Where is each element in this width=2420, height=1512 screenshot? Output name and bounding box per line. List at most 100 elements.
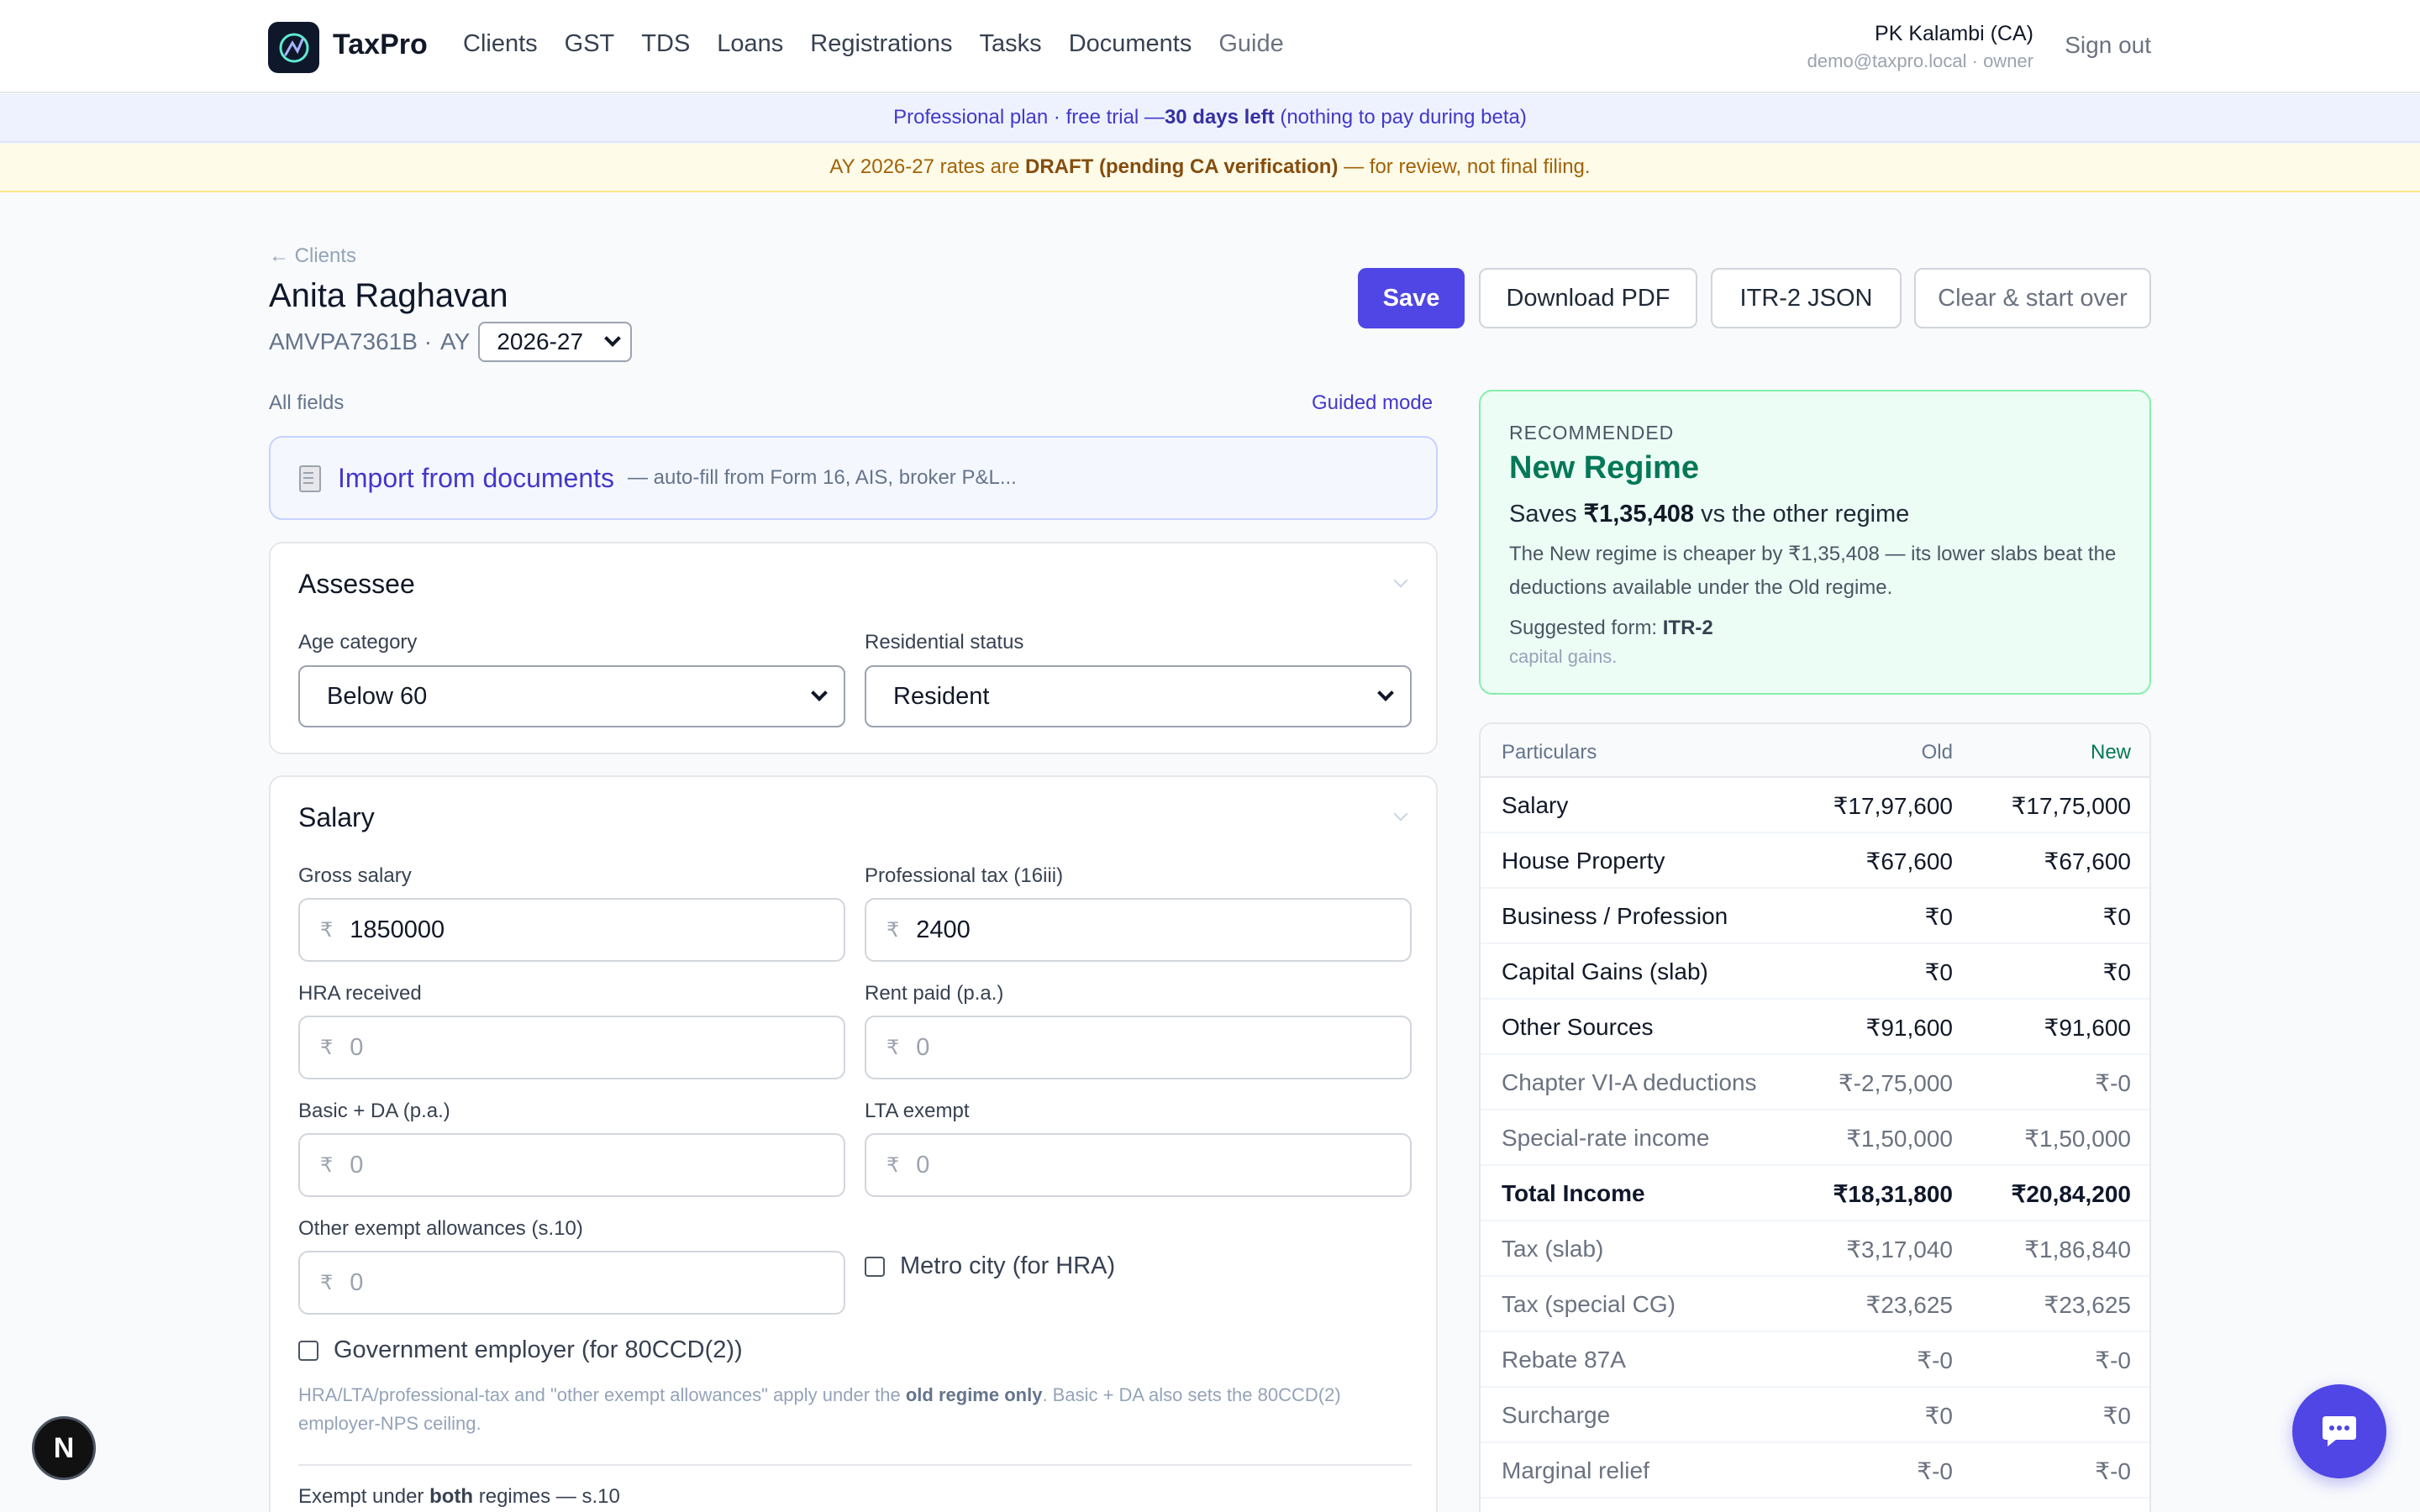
guided-mode-link[interactable]: Guided mode [1312,391,1433,415]
table-row: Tax (special CG) ₹23,625 ₹23,625 [1481,1277,2149,1332]
row-new-value: ₹-0 [2095,1347,2131,1373]
row-new-value: ₹67,600 [2044,848,2131,874]
save-button[interactable]: Save [1358,268,1465,328]
govt-employer-checkbox[interactable] [298,1340,318,1361]
rupee-icon: ₹ [320,1153,334,1177]
import-from-documents[interactable]: Import from documents — auto-fill from F… [269,436,1438,520]
govt-employer-checkbox-row[interactable]: Government employer (for 80CCD(2)) [298,1336,743,1364]
nav-registrations[interactable]: Registrations [810,30,952,58]
row-old-value: ₹91,600 [1865,1015,1953,1041]
chat-icon [2323,1416,2356,1446]
assessee-card: Assessee Age category Below 60 Residenti… [269,542,1438,754]
back-to-clients-link[interactable]: ← Clients [269,244,356,268]
row-label: House Property [1502,848,1665,874]
draft-banner-prefix: AY 2026-27 rates are [829,155,1025,178]
import-title[interactable]: Import from documents [338,463,614,494]
chevron-down-icon [811,685,828,701]
gross-salary-label: Gross salary [298,864,412,887]
draft-banner-suffix: — for review, not final filing. [1338,155,1591,178]
table-row: Special-rate income ₹1,50,000 ₹1,50,000 [1481,1110,2149,1166]
nav-clients[interactable]: Clients [463,30,538,58]
recommended-regime: New Regime [1509,450,1699,486]
row-old-value: ₹18,31,800 [1833,1181,1953,1207]
row-new-value: ₹1,50,000 [2024,1126,2131,1152]
metro-city-checkbox[interactable] [865,1256,885,1277]
plan-banner: Professional plan · free trial — 30 days… [0,94,2420,143]
plan-banner-suffix: (nothing to pay during beta) [1274,106,1527,129]
chevron-down-icon [1377,685,1394,701]
row-label: Capital Gains (slab) [1502,958,1708,984]
row-old-value: ₹3,17,040 [1846,1236,1953,1263]
lta-exempt-label: LTA exempt [865,1100,970,1122]
row-old-value: ₹17,97,600 [1833,793,1953,819]
hra-received-input[interactable]: ₹ 0 [298,1016,845,1079]
other-exempt-input[interactable]: ₹ 0 [298,1251,845,1315]
client-meta: AMVPA7361B · AY 2026-27 [269,322,633,362]
header-old: Old [1921,741,1953,764]
nav-documents[interactable]: Documents [1069,30,1192,58]
nav-gst[interactable]: GST [565,30,615,58]
residential-status-select[interactable]: Resident [865,665,1412,727]
other-exempt-value: 0 [350,1268,364,1296]
chevron-down-icon[interactable] [1393,573,1408,588]
regime-note: HRA/LTA/professional-tax and "other exem… [298,1381,1391,1438]
document-icon [299,465,321,492]
table-row: House Property ₹67,600 ₹67,600 [1481,833,2149,889]
brand-name[interactable]: TaxPro [333,29,428,61]
row-new-value: ₹0 [2102,959,2131,985]
professional-tax-label: Professional tax (16iii) [865,864,1064,887]
age-category-select[interactable]: Below 60 [298,665,845,727]
basic-da-input[interactable]: ₹ 0 [298,1133,845,1197]
salary-title[interactable]: Salary [298,802,375,833]
ay-label: AY [440,328,471,354]
residential-status-label: Residential status [865,631,1024,654]
main-nav: Clients GST TDS Loans Registrations Task… [463,30,1284,58]
assessee-title[interactable]: Assessee [298,569,415,600]
metro-city-checkbox-row[interactable]: Metro city (for HRA) [865,1252,1115,1280]
row-label: Total Income [1502,1180,1645,1206]
download-pdf-button[interactable]: Download PDF [1479,268,1697,328]
table-row: Surcharge ₹0 ₹0 [1481,1388,2149,1443]
rent-paid-input[interactable]: ₹ 0 [865,1016,1412,1079]
row-old-value: ₹1,50,000 [1846,1126,1953,1152]
nav-guide[interactable]: Guide [1218,30,1283,58]
row-label: Rebate 87A [1502,1347,1626,1373]
hra-received-value: 0 [350,1033,364,1061]
page-title: Anita Raghavan [269,277,508,314]
chat-button[interactable] [2292,1384,2386,1478]
professional-tax-input[interactable]: ₹ 2400 [865,898,1412,962]
header-particulars: Particulars [1502,741,1597,764]
gross-salary-input[interactable]: ₹ 1850000 [298,898,845,962]
other-exempt-label: Other exempt allowances (s.10) [298,1217,583,1240]
rupee-icon: ₹ [886,918,900,942]
nav-loans[interactable]: Loans [717,30,783,58]
row-label: Business / Profession [1502,903,1728,929]
sign-out-link[interactable]: Sign out [2065,32,2151,59]
basic-da-value: 0 [350,1151,364,1179]
itr2-json-button[interactable]: ITR-2 JSON [1711,268,1902,328]
row-old-value: ₹0 [1924,959,1953,985]
residential-status-value: Resident [893,682,990,710]
salary-card: Salary Gross salary ₹ 1850000 Profession… [269,775,1438,1512]
table-row: Business / Profession ₹0 ₹0 [1481,889,2149,944]
plan-banner-prefix: Professional plan · free trial — [893,106,1165,129]
nav-tasks[interactable]: Tasks [980,30,1042,58]
row-new-value: ₹20,84,200 [2011,1181,2131,1207]
regime-note-a: HRA/LTA/professional-tax and "other exem… [298,1384,906,1405]
divider [298,1464,1412,1466]
logo-icon[interactable] [268,22,319,73]
row-old-value: ₹67,600 [1865,848,1953,874]
row-new-value: ₹-0 [2095,1070,2131,1096]
exempt-both-bold: both [429,1485,474,1508]
chevron-down-icon[interactable] [1393,806,1408,822]
nav-tds[interactable]: TDS [641,30,690,58]
suggested-form: Suggested form: ITR-2 [1509,617,1713,640]
clear-start-over-button[interactable]: Clear & start over [1914,268,2151,328]
ay-select[interactable]: 2026-27 [478,322,633,362]
dev-badge[interactable]: N [32,1416,96,1480]
age-category-label: Age category [298,631,418,654]
gross-salary-value: 1850000 [350,916,445,943]
lta-exempt-input[interactable]: ₹ 0 [865,1133,1412,1197]
row-label: Marginal relief [1502,1457,1649,1483]
basic-da-label: Basic + DA (p.a.) [298,1100,450,1122]
